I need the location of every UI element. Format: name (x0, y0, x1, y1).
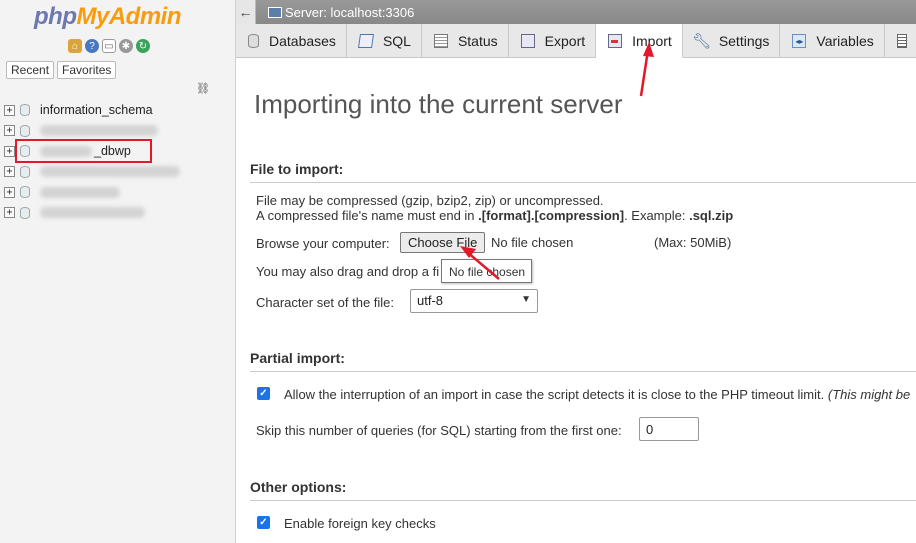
compression-format-info: A compressed file's name must end in .[f… (256, 208, 734, 223)
tab-import[interactable]: Import (596, 24, 683, 58)
navigation-panel: phpMyAdmin ⌂ ? ▭ ✱ ↻ Recent Favorites ⛓ … (0, 0, 236, 543)
tab-status[interactable]: Status (422, 24, 509, 58)
chevron-down-icon: ▼ (521, 294, 531, 305)
allow-interrupt-label: Allow the interruption of an import in c… (284, 387, 911, 402)
page-title: Importing into the current server (254, 89, 623, 119)
status-icon (433, 34, 448, 48)
database-item[interactable]: + (4, 121, 230, 142)
tab-export[interactable]: Export (509, 24, 597, 58)
tab-sql[interactable]: SQL (347, 24, 422, 58)
skip-queries-input[interactable]: 0 (639, 417, 699, 441)
nav-icon-bar: ⌂ ? ▭ ✱ ↻ (68, 39, 150, 53)
server-link[interactable]: Server: localhost:3306 (285, 5, 414, 20)
variables-icon: ◂▸ (792, 34, 807, 48)
tab-variables[interactable]: ◂▸ Variables (780, 24, 885, 58)
database-name[interactable]: information_schema (40, 103, 153, 117)
server-icon (268, 6, 282, 18)
charset-label: Character set of the file: (256, 295, 395, 310)
link-with-main-panel-icon[interactable]: ⛓ (196, 82, 210, 95)
server-breadcrumb: Server: localhost:3306 (256, 0, 916, 24)
help-icon[interactable]: ? (85, 39, 99, 53)
home-icon[interactable]: ⌂ (68, 39, 82, 53)
import-page: Importing into the current server File t… (236, 58, 916, 543)
skip-queries-label: Skip this number of queries (for SQL) st… (256, 423, 622, 438)
settings-icon[interactable]: ✱ (119, 39, 133, 53)
database-icon (20, 124, 30, 137)
recent-tab[interactable]: Recent (6, 61, 55, 79)
database-icon (248, 34, 259, 48)
file-to-import-heading: File to import: (250, 161, 916, 183)
favorites-tab[interactable]: Favorites (57, 61, 117, 79)
database-icon (20, 165, 30, 178)
database-item[interactable]: + (4, 203, 230, 224)
settings-wrench-icon: 🔧︎ (692, 33, 712, 50)
foreign-key-label: Enable foreign key checks (284, 516, 436, 531)
expand-icon[interactable]: + (4, 166, 15, 178)
database-item[interactable]: + (4, 182, 230, 203)
export-icon (520, 34, 535, 48)
browse-label: Browse your computer: (256, 236, 390, 251)
other-options-heading: Other options: (250, 479, 916, 501)
database-icon (20, 186, 30, 199)
database-icon (20, 206, 30, 219)
file-status-text: No file chosen (491, 235, 574, 250)
database-icon (20, 104, 30, 117)
file-input-tooltip: No file chosen (441, 259, 532, 283)
sql-icon (357, 34, 374, 48)
main-tab-bar: Databases SQL Status Export Import 🔧︎ Se… (236, 24, 916, 58)
blurred-database-name (40, 125, 158, 137)
expand-icon[interactable]: + (4, 186, 15, 198)
blurred-database-name (40, 186, 120, 198)
tab-more[interactable] (885, 24, 916, 58)
expand-icon[interactable]: + (4, 145, 15, 157)
database-item[interactable]: + information_schema (4, 100, 230, 121)
choose-file-button[interactable]: Choose File (400, 232, 486, 253)
tab-settings[interactable]: 🔧︎ Settings (683, 24, 781, 58)
docs-icon[interactable]: ▭ (102, 39, 116, 53)
tab-databases[interactable]: Databases (236, 24, 347, 58)
collapse-nav-button[interactable]: ← (236, 0, 256, 24)
max-upload-size: (Max: 50MiB) (654, 235, 732, 250)
allow-interrupt-checkbox[interactable]: ✓ (257, 387, 270, 400)
expand-icon[interactable]: + (4, 207, 15, 219)
phpmyadmin-logo[interactable]: phpMyAdmin (34, 3, 181, 31)
expand-icon[interactable]: + (4, 125, 15, 137)
blurred-database-name (40, 166, 180, 178)
compression-info: File may be compressed (gzip, bzip2, zip… (256, 193, 604, 208)
charset-value: utf-8 (417, 293, 444, 308)
database-item[interactable]: + (4, 162, 230, 183)
reload-icon[interactable]: ↻ (136, 39, 150, 53)
import-icon (608, 33, 623, 48)
charset-select[interactable]: utf-8 ▼ (410, 289, 538, 313)
blurred-database-name (40, 207, 145, 219)
more-tabs-icon (896, 34, 907, 48)
drag-drop-label: You may also drag and drop a fi (256, 264, 440, 279)
expand-icon[interactable]: + (4, 104, 15, 116)
nav-tabs: Recent Favorites (6, 61, 117, 79)
foreign-key-checkbox[interactable]: ✓ (257, 516, 270, 529)
partial-import-heading: Partial import: (250, 350, 916, 372)
annotation-highlight-box (15, 139, 152, 163)
